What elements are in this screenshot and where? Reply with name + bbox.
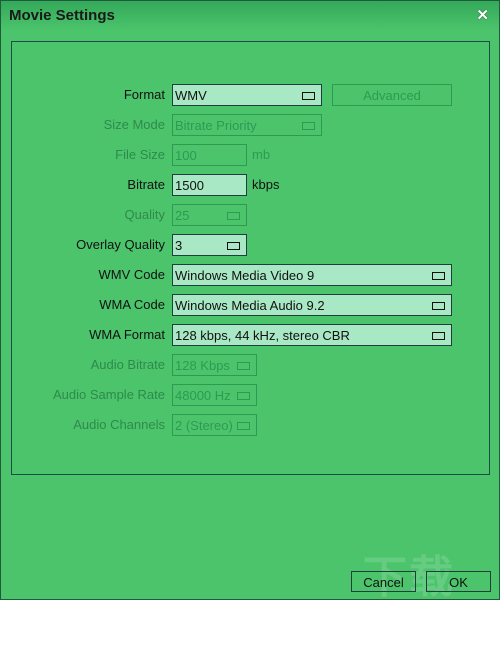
settings-panel bbox=[11, 41, 490, 475]
quality-dropdown: 25 bbox=[172, 204, 247, 226]
movie-settings-dialog: Movie Settings ✕ Format WMV Size Mode Bitra… bbox=[0, 0, 500, 666]
overlay-quality-dropdown[interactable]: 3 bbox=[172, 234, 247, 256]
audio-bitrate-dropdown: 128 Kbps bbox=[172, 354, 257, 376]
cancel-button[interactable]: Cancel bbox=[351, 571, 416, 592]
audio-channels-dropdown: 2 (Stereo) bbox=[172, 414, 257, 436]
overlay-quality-label: Overlay Quality bbox=[76, 237, 165, 252]
quality-label: Quality bbox=[124, 207, 165, 222]
format-dropdown[interactable]: WMV bbox=[172, 84, 322, 106]
wma-code-label: WMA Code bbox=[99, 297, 165, 312]
wmv-code-label: WMV Code bbox=[98, 267, 165, 282]
size-mode-dropdown: Bitrate Priority bbox=[172, 114, 322, 136]
wmv-code-dropdown[interactable]: Windows Media Video 9 bbox=[172, 264, 452, 286]
dialog-title: Movie Settings bbox=[9, 7, 115, 24]
size-mode-label: Size Mode bbox=[103, 117, 165, 132]
audio-bitrate-label: Audio Bitrate bbox=[90, 357, 165, 372]
bitrate-label: Bitrate bbox=[127, 177, 165, 192]
wma-format-label: WMA Format bbox=[89, 327, 165, 342]
title-bar: Movie Settings ✕ bbox=[1, 1, 499, 31]
ok-button[interactable]: OK bbox=[426, 571, 491, 592]
watermark-logo: 下载吧 bbox=[363, 553, 455, 666]
bitrate-unit: kbps bbox=[252, 177, 280, 192]
file-size-label: File Size bbox=[115, 147, 165, 162]
file-size-unit: mb bbox=[252, 147, 271, 162]
format-label: Format bbox=[123, 87, 165, 102]
audio-channels-label: Audio Channels bbox=[73, 417, 165, 432]
file-size-input: 100 bbox=[172, 144, 247, 166]
wma-code-dropdown[interactable]: Windows Media Audio 9.2 bbox=[172, 294, 452, 316]
audio-sample-rate-label: Audio Sample Rate bbox=[52, 387, 165, 402]
wma-format-dropdown[interactable]: 128 kbps, 44 kHz, stereo CBR bbox=[172, 324, 452, 346]
advanced-button[interactable]: Advanced bbox=[332, 84, 452, 106]
audio-sample-rate-dropdown: 48000 Hz bbox=[172, 384, 257, 406]
close-icon[interactable]: ✕ bbox=[476, 6, 489, 24]
bitrate-input[interactable]: 1500 bbox=[172, 174, 247, 196]
